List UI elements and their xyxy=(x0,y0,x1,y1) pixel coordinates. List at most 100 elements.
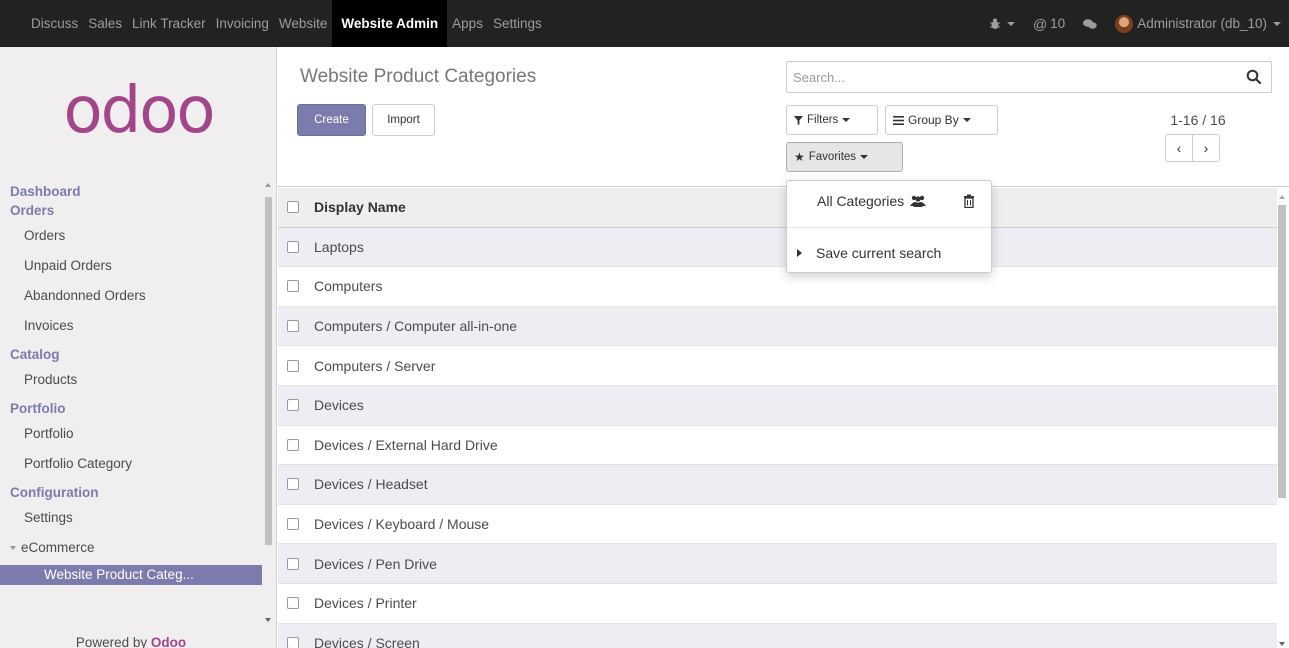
sidebar-scrollbar[interactable] xyxy=(265,197,272,545)
row-checkbox[interactable] xyxy=(287,280,299,293)
row-checkbox[interactable] xyxy=(287,320,299,333)
sidebar-item-website-product-categories[interactable]: Website Product Categ... xyxy=(0,565,262,585)
sidebar-item-dashboard[interactable]: Dashboard xyxy=(0,182,262,201)
row-display-name: Devices xyxy=(314,397,364,414)
table-row[interactable]: Laptops xyxy=(278,227,1277,268)
top-navbar: Discuss Sales Link Tracker Invoicing Web… xyxy=(0,0,1289,47)
user-menu[interactable]: Administrator (db_10) xyxy=(1115,14,1281,33)
filters-label: Filters xyxy=(807,114,839,126)
filters-button[interactable]: Filters xyxy=(786,105,878,135)
nav-website[interactable]: Website xyxy=(274,0,333,47)
table-row[interactable]: Devices / External Hard Drive xyxy=(278,426,1277,466)
save-current-search-label: Save current search xyxy=(816,245,942,261)
table-row[interactable]: Devices / Screen xyxy=(278,623,1277,648)
table-row[interactable]: Devices / Headset xyxy=(278,465,1277,505)
sidebar-item-ecommerce-label: eCommerce xyxy=(21,540,95,555)
list-scrollbar[interactable] xyxy=(1278,205,1286,498)
sidebar-item-orders[interactable]: Orders xyxy=(0,221,262,251)
nav-discuss[interactable]: Discuss xyxy=(26,0,83,47)
pager-previous-button[interactable]: ‹ xyxy=(1165,134,1193,162)
at-icon: @ xyxy=(1032,15,1048,32)
row-checkbox[interactable] xyxy=(287,438,299,451)
chevron-left-icon: ‹ xyxy=(1176,140,1182,156)
column-header-display-name[interactable]: Display Name xyxy=(314,199,406,215)
bug-icon xyxy=(989,18,1000,29)
table-header: Display Name xyxy=(278,188,1277,228)
row-display-name: Devices / Headset xyxy=(314,476,428,493)
favorites-dropdown-menu: All Categories Save current search xyxy=(786,180,992,273)
row-checkbox[interactable] xyxy=(287,636,299,648)
table-row[interactable]: Computers xyxy=(278,267,1277,307)
sidebar-section-orders[interactable]: Orders xyxy=(0,201,262,221)
sidebar-section-portfolio[interactable]: Portfolio xyxy=(0,399,262,419)
sidebar-item-abandonned-orders[interactable]: Abandonned Orders xyxy=(0,281,262,311)
breadcrumb: Website Product Categories xyxy=(300,66,537,87)
chevron-right-icon: › xyxy=(1203,140,1209,156)
nav-settings[interactable]: Settings xyxy=(488,0,547,47)
table-row[interactable]: Devices xyxy=(278,385,1277,426)
row-checkbox[interactable] xyxy=(287,240,299,253)
sidebar-section-catalog[interactable]: Catalog xyxy=(0,345,262,365)
row-display-name: Computers / Computer all-in-one xyxy=(314,318,518,335)
row-display-name: Devices / Screen xyxy=(314,634,420,648)
scroll-down-icon[interactable] xyxy=(265,618,271,622)
search-icon[interactable] xyxy=(1246,69,1262,85)
nav-invoicing[interactable]: Invoicing xyxy=(211,0,274,47)
favorites-button[interactable]: ★ Favorites xyxy=(786,142,903,172)
row-checkbox[interactable] xyxy=(287,597,299,610)
sidebar-item-invoices[interactable]: Invoices xyxy=(0,311,262,341)
trash-icon[interactable] xyxy=(963,194,975,208)
pager-value[interactable]: 1-16 / 16 xyxy=(1163,112,1233,128)
scroll-up-icon[interactable] xyxy=(265,183,271,187)
sidebar-item-portfolio[interactable]: Portfolio xyxy=(0,419,262,449)
users-icon xyxy=(910,195,927,207)
chevron-down-icon xyxy=(842,118,851,122)
sidebar-item-portfolio-category[interactable]: Portfolio Category xyxy=(0,449,262,479)
table-row[interactable]: Computers / Server xyxy=(278,346,1277,386)
scroll-up-icon[interactable] xyxy=(1279,195,1285,199)
debug-menu[interactable] xyxy=(989,18,1015,30)
sidebar-item-unpaid-orders[interactable]: Unpaid Orders xyxy=(0,251,262,281)
sidebar-item-ecommerce[interactable]: eCommerce xyxy=(0,533,262,563)
powered-by-link[interactable]: Odoo xyxy=(151,635,186,648)
select-all-checkbox[interactable] xyxy=(287,201,299,214)
row-checkbox[interactable] xyxy=(287,359,299,372)
row-checkbox[interactable] xyxy=(287,478,299,491)
odoo-logo[interactable]: odoo xyxy=(0,47,277,175)
sidebar-item-settings[interactable]: Settings xyxy=(0,503,262,533)
search-input[interactable] xyxy=(787,62,1227,92)
row-display-name: Devices / External Hard Drive xyxy=(314,436,498,453)
row-display-name: Devices / Printer xyxy=(314,595,417,612)
row-checkbox[interactable] xyxy=(287,399,299,412)
powered-by: Powered by Odoo xyxy=(0,636,262,648)
import-button[interactable]: Import xyxy=(372,104,435,136)
group-by-button[interactable]: Group By xyxy=(885,105,998,135)
star-icon: ★ xyxy=(794,150,805,164)
pager-next-button[interactable]: › xyxy=(1192,134,1220,162)
nav-website-admin[interactable]: Website Admin xyxy=(332,0,448,47)
table-row[interactable]: Computers / Computer all-in-one xyxy=(278,306,1277,347)
scroll-down-icon[interactable] xyxy=(1279,642,1285,646)
sidebar-item-products[interactable]: Products xyxy=(0,365,262,395)
table-row[interactable]: Devices / Pen Drive xyxy=(278,544,1277,584)
table-row[interactable]: Devices / Keyboard / Mouse xyxy=(278,505,1277,545)
row-checkbox[interactable] xyxy=(287,557,299,570)
row-checkbox[interactable] xyxy=(287,518,299,531)
sidebar-section-configuration[interactable]: Configuration xyxy=(0,483,262,503)
comments-icon xyxy=(1083,18,1097,29)
app-menu: Discuss Sales Link Tracker Invoicing Web… xyxy=(0,0,547,47)
save-current-search[interactable]: Save current search xyxy=(797,245,941,261)
table-row[interactable]: Devices / Printer xyxy=(278,584,1277,624)
chat-button[interactable] xyxy=(1083,18,1097,30)
nav-sales[interactable]: Sales xyxy=(83,0,127,47)
caret-down-icon xyxy=(10,546,16,550)
nav-apps[interactable]: Apps xyxy=(447,0,488,47)
create-button[interactable]: Create xyxy=(297,104,366,136)
list-view: Display Name Laptops Computers Computers… xyxy=(278,188,1277,648)
messages-button[interactable]: @ 10 xyxy=(1033,16,1065,32)
favorite-all-categories[interactable]: All Categories xyxy=(817,193,927,209)
powered-by-label: Powered by xyxy=(75,635,148,648)
messages-count: 10 xyxy=(1050,16,1066,31)
nav-link-tracker[interactable]: Link Tracker xyxy=(127,0,211,47)
control-panel: Website Product Categories Create Import… xyxy=(278,47,1289,187)
